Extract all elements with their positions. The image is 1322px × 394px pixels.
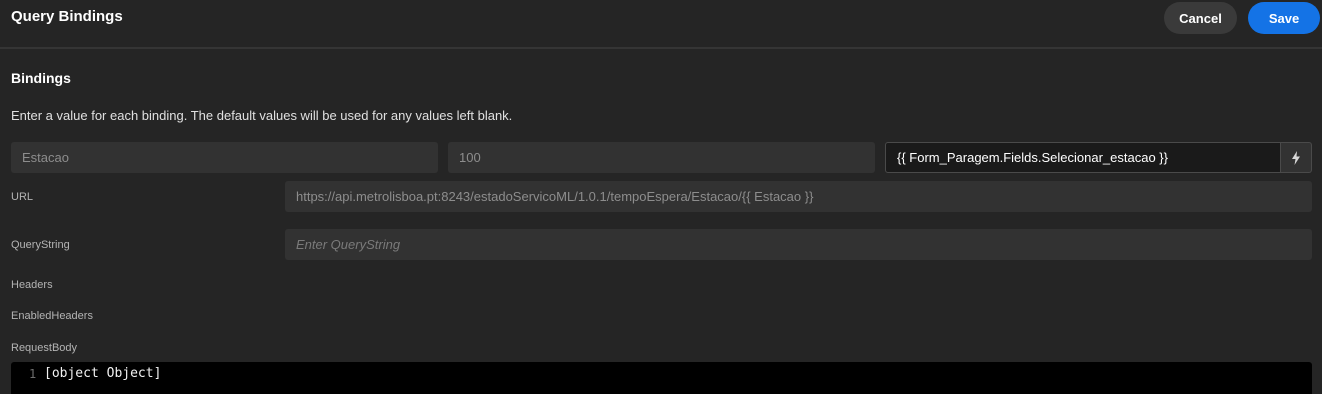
dialog-header: Query Bindings Cancel Save [0,0,1322,49]
querystring-input[interactable] [296,237,1312,252]
querystring-label: QueryString [11,239,70,251]
binding-name-field[interactable]: Estacao [11,142,438,173]
url-label: URL [11,191,34,203]
bindings-description: Enter a value for each binding. The defa… [11,108,513,123]
line-number: 1 [29,367,37,381]
page-title: Query Bindings [11,8,123,25]
bindings-section-title: Bindings [11,70,71,86]
expression-bolt-button[interactable] [1281,142,1312,173]
url-field[interactable]: https://api.metrolisboa.pt:8243/estadoSe… [285,181,1312,212]
save-button[interactable]: Save [1248,2,1320,34]
querystring-field[interactable] [285,229,1312,260]
enabled-headers-label: EnabledHeaders [11,310,93,322]
lightning-bolt-icon [1292,150,1300,165]
request-body-label: RequestBody [11,342,78,354]
binding-default-field[interactable]: 100 [448,142,875,173]
headers-label: Headers [11,279,53,291]
code-line[interactable]: [object Object] [44,366,161,381]
request-body-editor[interactable]: 1 [object Object] [11,362,1312,394]
binding-value-input[interactable]: {{ Form_Paragem.Fields.Selecionar_estaca… [885,142,1281,173]
cancel-button[interactable]: Cancel [1164,2,1237,34]
